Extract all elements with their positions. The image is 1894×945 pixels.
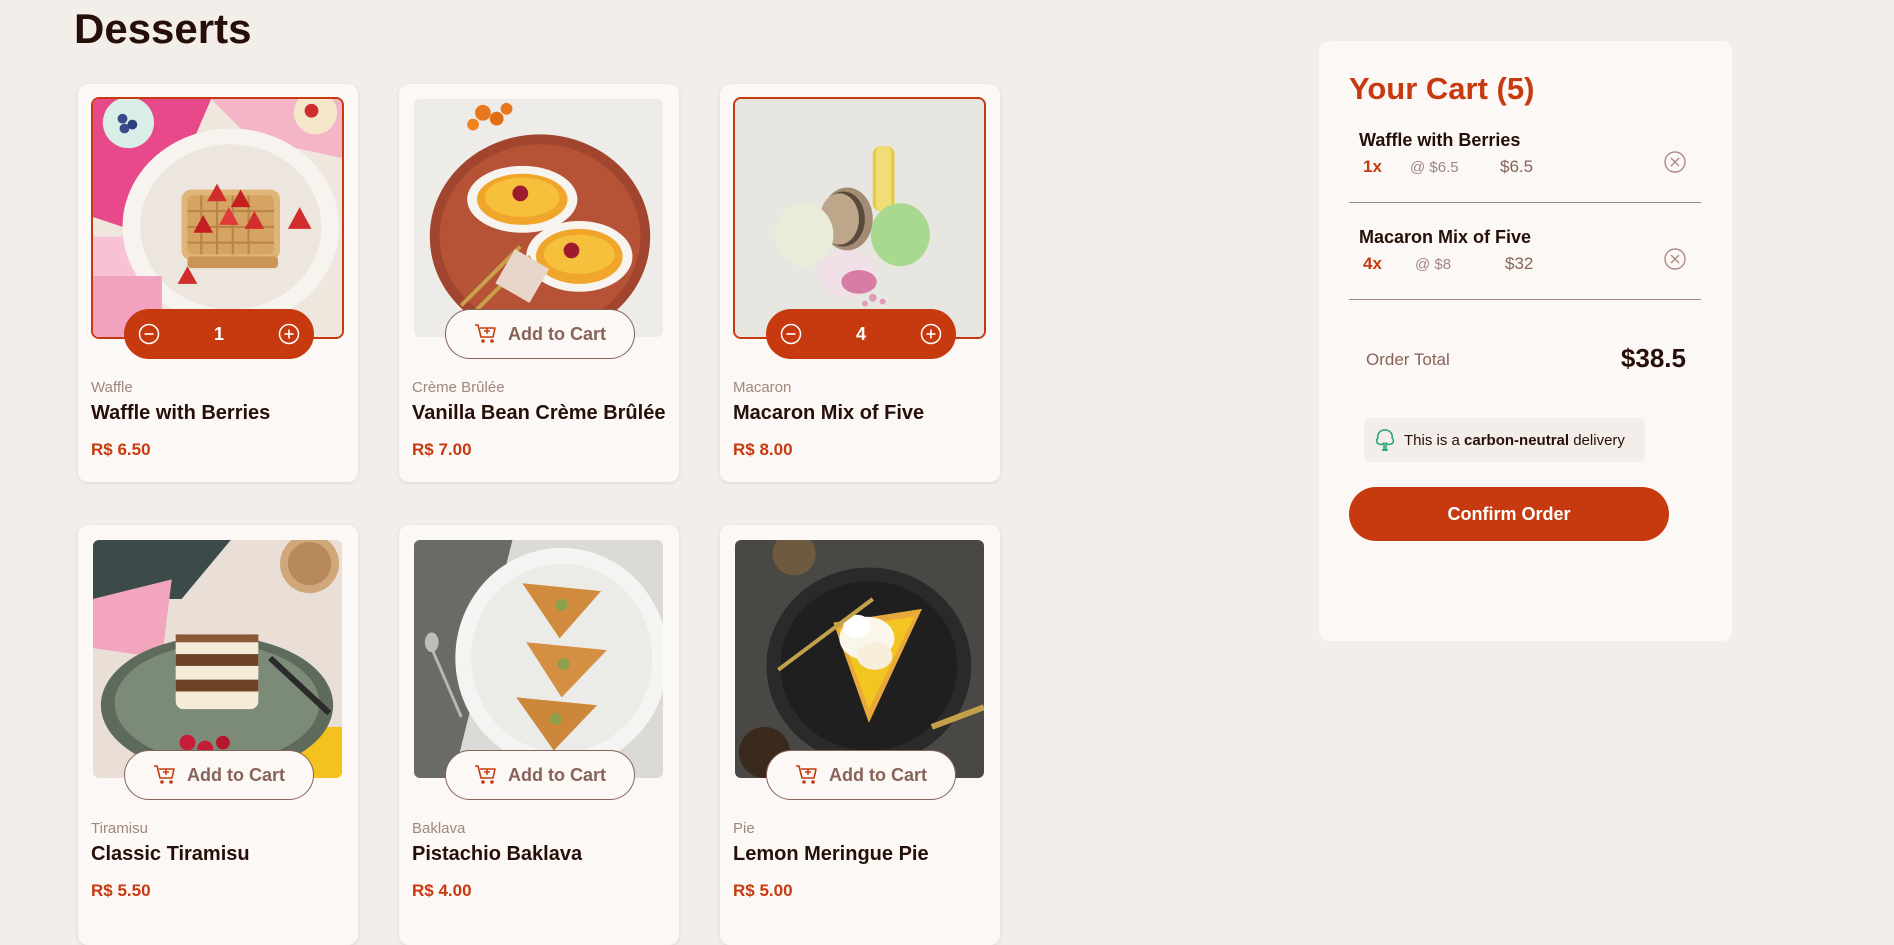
- decrement-button[interactable]: [780, 323, 802, 345]
- x-circle-icon: [1664, 248, 1686, 270]
- cart-item-unit-price: @ $8: [1415, 256, 1452, 273]
- product-category: Tiramisu: [91, 820, 148, 837]
- product-name: Pistachio Baklava: [412, 843, 583, 865]
- add-to-cart-button[interactable]: Add to Cart: [766, 750, 956, 800]
- add-to-cart-button[interactable]: Add to Cart: [445, 750, 635, 800]
- add-to-cart-label: Add to Cart: [829, 764, 927, 785]
- product-price: R$ 7.00: [412, 440, 472, 459]
- cart-item-line-total: $6.5: [1500, 157, 1534, 176]
- plus-circle-icon: [920, 323, 942, 345]
- product-category: Pie: [733, 820, 755, 837]
- cart-item: Waffle with Berries 1x @ $6.5 $6.5: [1349, 124, 1701, 203]
- add-to-cart-button[interactable]: Add to Cart: [124, 750, 314, 800]
- product-card-creme-brulee: Add to Cart Crème Brûlée Vanilla Bean Cr…: [399, 84, 679, 482]
- baklava-photo: [412, 538, 665, 780]
- quantity-value: 1: [213, 323, 224, 344]
- increment-button[interactable]: [278, 323, 300, 345]
- cart-item-line-total: $32: [1505, 254, 1534, 273]
- add-to-cart-label: Add to Cart: [508, 323, 606, 344]
- product-price: R$ 5.00: [733, 881, 793, 900]
- product-name: Vanilla Bean Crème Brûlée: [412, 402, 666, 424]
- quantity-value: 4: [855, 323, 866, 344]
- cart-title: Your Cart (5): [1349, 71, 1535, 106]
- cart-plus-icon: [475, 765, 496, 784]
- quantity-stepper: 4: [766, 309, 956, 359]
- product-price: R$ 5.50: [91, 881, 151, 900]
- product-category: Macaron: [733, 379, 792, 396]
- product-price: R$ 4.00: [412, 881, 472, 900]
- creme-brulee-photo: [412, 97, 665, 339]
- product-card-tiramisu: Add to Cart Tiramisu Classic Tiramisu R$…: [78, 525, 358, 945]
- product-category: Baklava: [412, 820, 466, 837]
- order-total-value: $38.5: [1620, 343, 1686, 373]
- product-card-baklava: Add to Cart Baklava Pistachio Baklava R$…: [399, 525, 679, 945]
- cart-item-name: Macaron Mix of Five: [1359, 227, 1532, 247]
- page-title: Desserts: [74, 5, 252, 52]
- product-price: R$ 8.00: [733, 440, 793, 459]
- increment-button[interactable]: [920, 323, 942, 345]
- confirm-order-button[interactable]: Confirm Order: [1349, 487, 1669, 541]
- carbon-bold: carbon-neutral: [1464, 431, 1570, 449]
- carbon-prefix: This is a: [1404, 431, 1460, 449]
- product-name: Lemon Meringue Pie: [733, 843, 929, 865]
- cart-panel: Your Cart (5) Waffle with Berries 1x @ $…: [1319, 41, 1732, 641]
- tree-icon: [1375, 429, 1395, 451]
- minus-circle-icon: [138, 323, 160, 345]
- cart-item-quantity: 1x: [1363, 157, 1382, 176]
- remove-item-button[interactable]: [1663, 247, 1687, 271]
- carbon-neutral-note: This is a carbon-neutral delivery: [1364, 418, 1645, 462]
- waffle-with-berries-photo: [91, 97, 344, 339]
- remove-item-button[interactable]: [1663, 150, 1687, 174]
- product-category: Waffle: [91, 379, 133, 396]
- product-category: Crème Brûlée: [412, 379, 505, 396]
- product-name: Waffle with Berries: [91, 402, 271, 424]
- add-to-cart-label: Add to Cart: [508, 764, 606, 785]
- cart-item-name: Waffle with Berries: [1359, 130, 1521, 150]
- plus-circle-icon: [278, 323, 300, 345]
- lemon-meringue-pie-photo: [733, 538, 986, 780]
- cart-plus-icon: [154, 765, 175, 784]
- tiramisu-photo: [91, 538, 344, 780]
- product-price: R$ 6.50: [91, 440, 151, 459]
- cart-item-quantity: 4x: [1363, 254, 1382, 273]
- macarons-photo: [733, 97, 986, 339]
- add-to-cart-label: Add to Cart: [187, 764, 285, 785]
- carbon-suffix: delivery: [1573, 431, 1625, 449]
- cart-item-unit-price: @ $6.5: [1410, 159, 1459, 176]
- product-card-waffle: 1 Waffle Waffle with Berries R$ 6.50: [78, 84, 358, 482]
- x-circle-icon: [1664, 151, 1686, 173]
- product-card-pie: Add to Cart Pie Lemon Meringue Pie R$ 5.…: [720, 525, 1000, 945]
- cart-plus-icon: [796, 765, 817, 784]
- decrement-button[interactable]: [138, 323, 160, 345]
- cart-plus-icon: [475, 324, 496, 343]
- product-name: Macaron Mix of Five: [733, 402, 925, 424]
- quantity-stepper: 1: [124, 309, 314, 359]
- product-card-macaron: 4 Macaron Macaron Mix of Five R$ 8.00: [720, 84, 1000, 482]
- minus-circle-icon: [780, 323, 802, 345]
- order-total-label: Order Total: [1366, 350, 1450, 369]
- product-name: Classic Tiramisu: [91, 843, 250, 865]
- cart-item: Macaron Mix of Five 4x @ $8 $32: [1349, 221, 1701, 300]
- add-to-cart-button[interactable]: Add to Cart: [445, 309, 635, 359]
